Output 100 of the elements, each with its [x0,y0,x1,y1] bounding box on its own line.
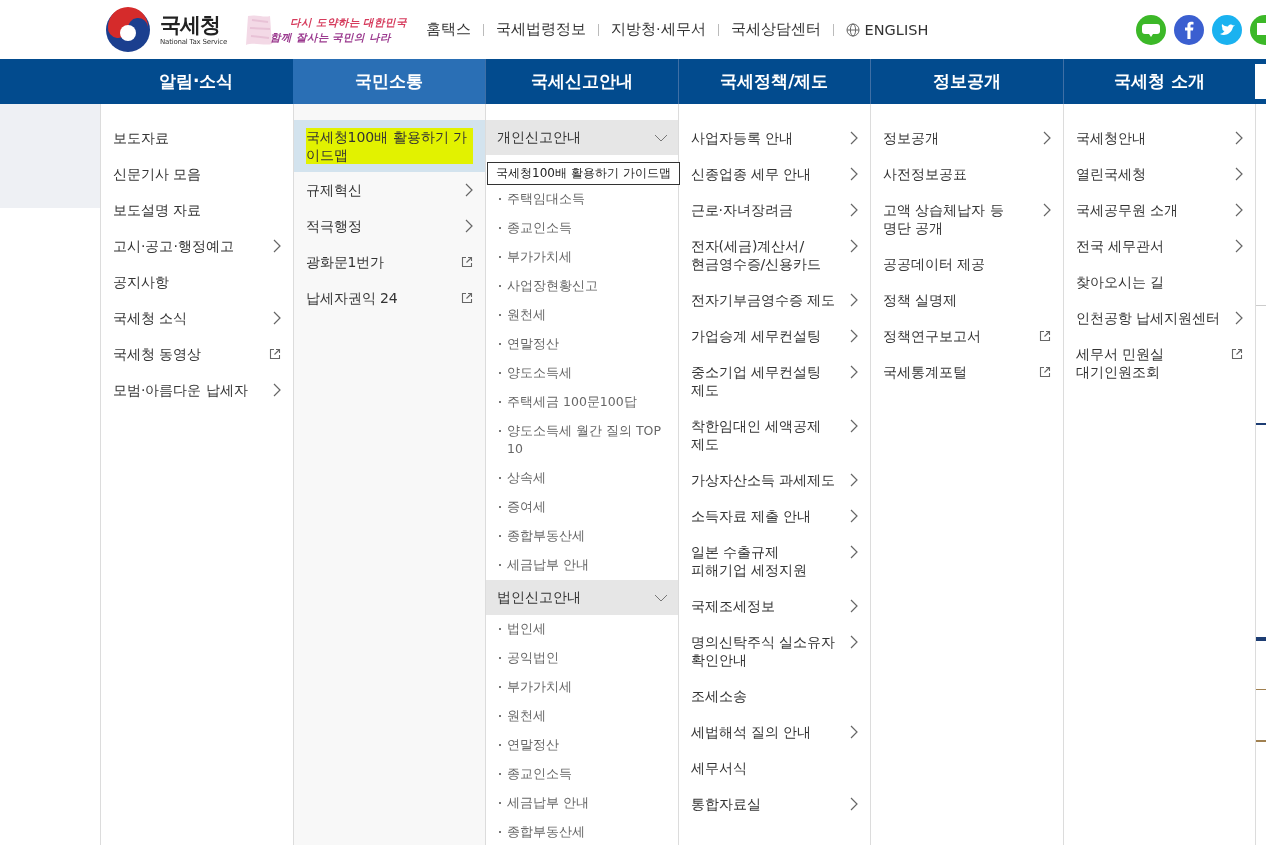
blog-icon[interactable] [1136,14,1166,45]
menu-item[interactable]: 정책 실명제 [871,282,1063,318]
menu-item[interactable]: 공공데이터 제공 [871,246,1063,282]
top-link[interactable]: 홈택스 [426,20,471,39]
submenu-item[interactable]: 세금납부 안내 [486,551,678,580]
chevron-right-icon [850,203,858,217]
chevron-down-icon [653,593,668,602]
menu-item[interactable]: 소득자료 제출 안내 [678,498,870,534]
submenu-item[interactable]: 양도소득세 [486,359,678,388]
panel [1255,64,1266,99]
menu-item[interactable]: 일본 수출규제 피해기업 세정지원 [678,534,870,588]
menu-item[interactable]: 중소기업 세무컨설팅 제도 [678,354,870,408]
chevron-right-icon [1042,203,1051,217]
menu-item[interactable]: 국세통계포털 [871,354,1063,390]
menu-item[interactable]: 명의신탁주식 실소유자 확인안내 [678,624,870,678]
chevron-right-icon [1042,131,1051,145]
chevron-right-icon [1235,311,1243,325]
nav-tab[interactable]: 알림·소식 [100,59,293,104]
chevron-right-icon [850,239,858,253]
submenu-item[interactable]: 종합부동산세 [486,818,678,845]
chevron-right-icon [850,329,858,343]
top-link[interactable]: 국세법령정보 [496,20,586,39]
menu-item[interactable]: 찾아오시는 길 [1063,264,1255,300]
menu-item[interactable]: 가상자산소득 과세제도 [678,462,870,498]
menu-item[interactable]: 보도설명 자료 [101,192,293,228]
menu-item[interactable]: 착한임대인 세액공제 제도 [678,408,870,462]
submenu-item[interactable]: 양도소득세 월간 질의 TOP 10 [486,417,678,464]
menu-item[interactable]: 사업자등록 안내 [678,120,870,156]
menu-item[interactable]: 조세소송 [678,678,870,714]
menu-item[interactable]: 통합자료실 [678,786,870,822]
submenu-item[interactable]: 부가가치세 [486,673,678,702]
menu-item[interactable]: 국세청 소식 [101,300,293,336]
menu-item[interactable]: 신종업종 세무 안내 [678,156,870,192]
menu-item[interactable]: 국세청 동영상 [101,336,293,372]
menu-group-header[interactable]: 개인신고안내 [486,120,678,155]
submenu-item[interactable]: 사업장현황신고 [486,272,678,301]
chevron-right-icon [465,219,473,233]
menu-item[interactable]: 국세청100배 활용하기 가이드맵 [293,120,485,172]
submenu-item[interactable]: 원천세 [486,702,678,731]
menu-item[interactable]: 세법해석 질의 안내 [678,714,870,750]
menu-item[interactable]: 납세자권익 24 [293,280,485,316]
menu-item[interactable]: 국세청안내 [1063,120,1255,156]
menu-item[interactable]: 고액 상습체납자 등 명단 공개 [871,192,1063,246]
menu-item[interactable]: 정책연구보고서 [871,318,1063,354]
menu-item[interactable]: 국세공무원 소개 [1063,192,1255,228]
menu-item[interactable]: 신문기사 모음 [101,156,293,192]
menu-item[interactable]: 모범·아름다운 납세자 [101,372,293,408]
submenu-item[interactable]: 공익법인 [486,644,678,673]
submenu-item[interactable]: 상속세 [486,464,678,493]
submenu-item[interactable]: 종교인소득 [486,214,678,243]
external-link-icon [1231,348,1243,360]
chevron-right-icon [850,725,858,739]
external-link-icon [268,348,281,360]
submenu-item[interactable]: 종합부동산세 [486,522,678,551]
menu-group-header[interactable]: 법인신고안내 [486,580,678,615]
menu-item[interactable]: 보도자료 [101,120,293,156]
chevron-right-icon [850,545,858,559]
menu-item[interactable]: 공지사항 [101,264,293,300]
menu-item[interactable]: 광화문1번가 [293,244,485,280]
submenu-item[interactable]: 주택임대소득 [486,185,678,214]
menu-item[interactable]: 인천공항 납세지원센터 [1063,300,1255,336]
chevron-right-icon [272,239,281,253]
menu-item[interactable]: 국제조세정보 [678,588,870,624]
submenu-item[interactable]: 연말정산 [486,731,678,760]
menu-item[interactable]: 정보공개 [871,120,1063,156]
submenu-item[interactable]: 연말정산 [486,330,678,359]
menu-item[interactable]: 세무서 민원실 대기인원조회 [1063,336,1255,390]
menu-item[interactable]: 전국 세무관서 [1063,228,1255,264]
submenu-item[interactable]: 주택세금 100문100답 [486,388,678,417]
menu-item[interactable]: 전자기부금영수증 제도 [678,282,870,318]
nav-tab[interactable]: 국민소통 [292,59,485,104]
menu-item[interactable]: 고시·공고·행정예고 [101,228,293,264]
post-icon[interactable] [1250,14,1266,45]
top-link[interactable]: 지방청·세무서 [611,20,706,39]
menu-item[interactable]: 적극행정 [293,208,485,244]
menu-item[interactable]: 사전정보공표 [871,156,1063,192]
top-link[interactable]: 국세상담센터 [730,20,821,39]
emblem-icon[interactable] [105,6,151,53]
menu-item[interactable]: 세무서식 [678,750,870,786]
menu-item[interactable]: 가업승계 세무컨설팅 [678,318,870,354]
menu-item[interactable]: 근로·자녀장려금 [678,192,870,228]
menu-item[interactable]: 규제혁신 [293,172,485,208]
slogan-text: 다시 도약하는 대한민국 [289,14,409,30]
chevron-right-icon [850,293,858,307]
chevron-right-icon [1235,203,1243,217]
submenu-item[interactable]: 증여세 [486,493,678,522]
submenu-item[interactable]: 법인세 [486,615,678,644]
bird-icon[interactable] [1212,14,1242,45]
chevron-right-icon [850,473,858,487]
submenu-item[interactable]: 원천세 [486,301,678,330]
top-link[interactable]: ENGLISH [845,21,929,38]
menu-item[interactable]: 열린국세청 [1063,156,1255,192]
submenu-item[interactable]: 세금납부 안내 [486,789,678,818]
facebook-icon[interactable] [1174,14,1204,45]
menu-item[interactable]: 전자(세금)계산서/ 현금영수증/신용카드 [678,228,870,282]
site-title[interactable]: 국세청 [160,12,220,37]
submenu-item[interactable]: 종교인소득 [486,760,678,789]
external-link-icon [1038,366,1051,378]
submenu-item[interactable]: 부가가치세 [486,243,678,272]
chevron-right-icon [850,635,858,649]
